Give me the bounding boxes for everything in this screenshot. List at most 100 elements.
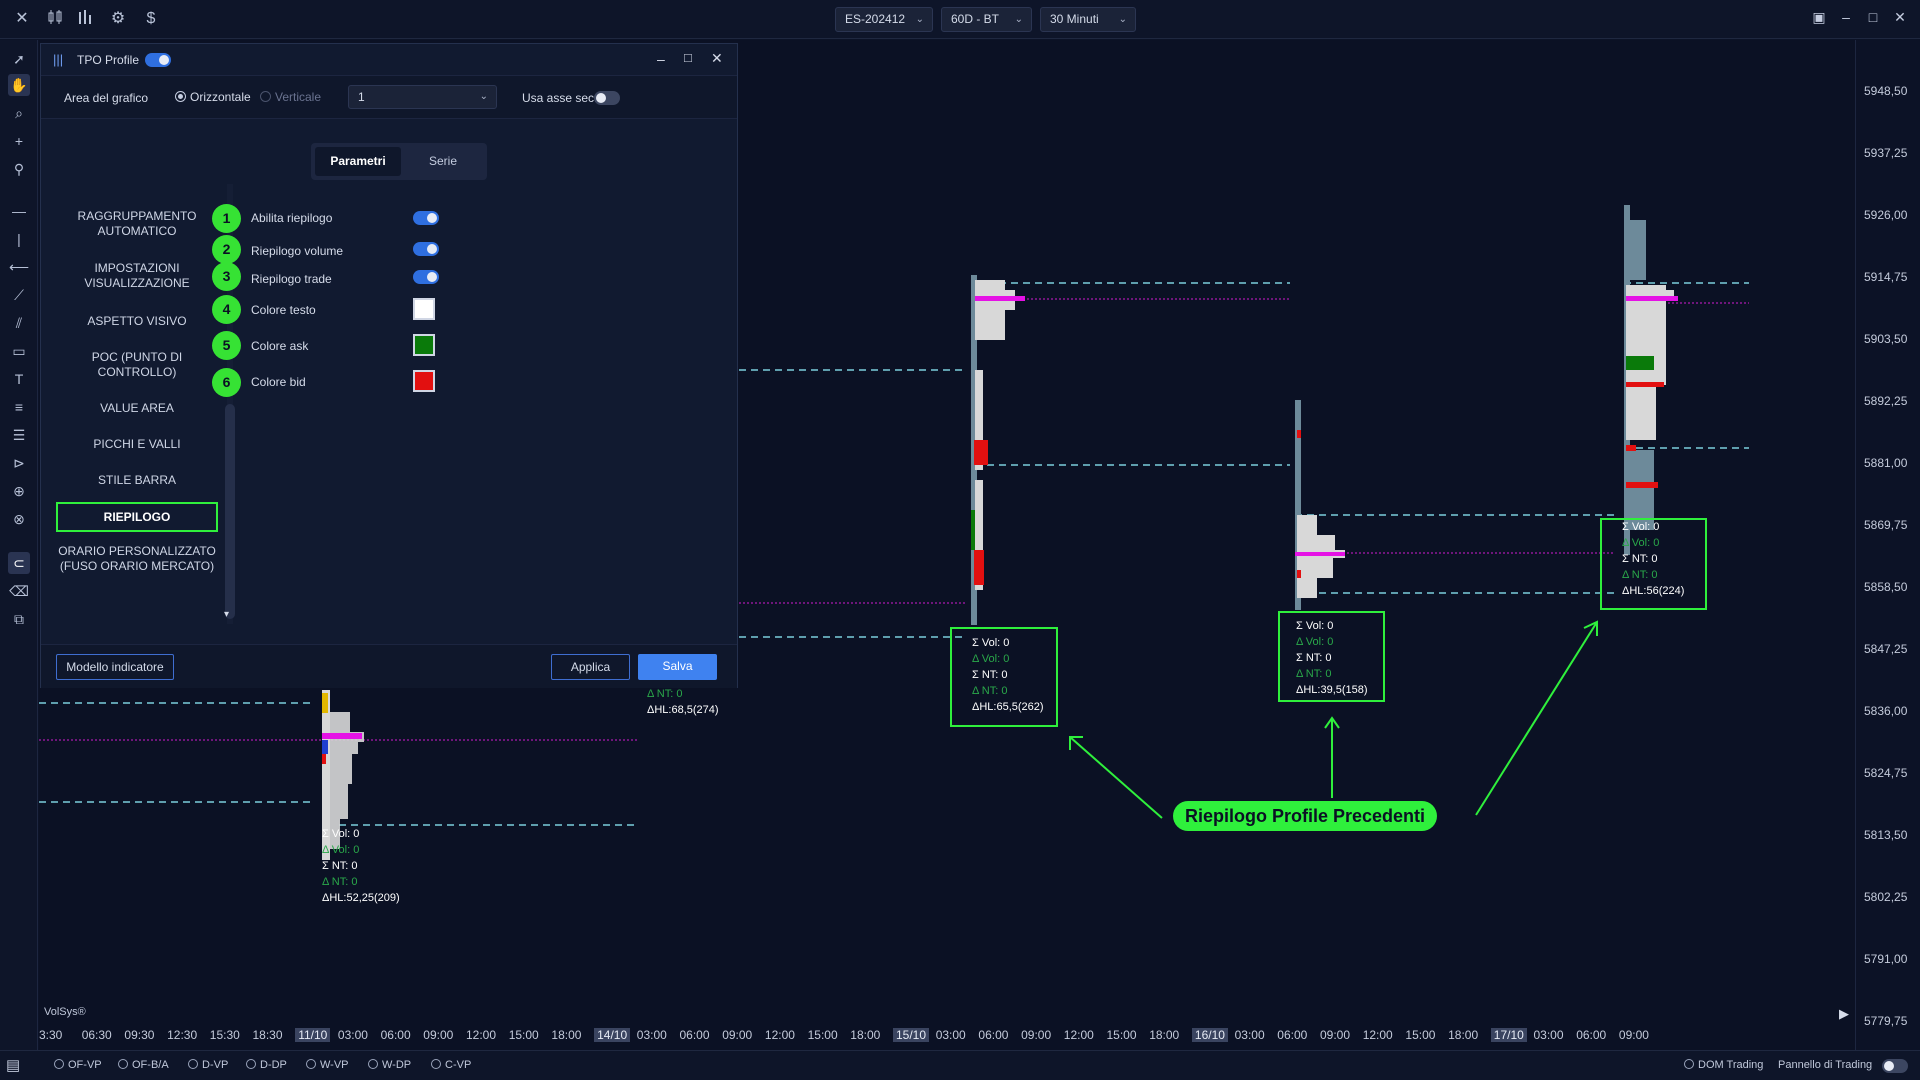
- list-icon[interactable]: ☰: [8, 424, 30, 446]
- hand-icon[interactable]: ✋: [8, 74, 30, 96]
- fibonacci-icon[interactable]: ≡: [8, 396, 30, 418]
- riepilogo-trade-toggle[interactable]: [413, 270, 439, 284]
- tab-bar: Parametri Serie: [311, 143, 487, 180]
- radio-of-ba[interactable]: OF-B/A: [118, 1059, 169, 1071]
- step-badge-2: 2: [212, 235, 241, 264]
- vertical-line-icon[interactable]: |: [8, 228, 30, 250]
- colore-ask-swatch[interactable]: [413, 334, 435, 356]
- close-icon[interactable]: ✕: [11, 8, 33, 30]
- time-tick: 09:00: [722, 1028, 753, 1042]
- period-select[interactable]: 60D - BT ⌄: [941, 7, 1032, 32]
- radio-of-vp[interactable]: OF-VP: [54, 1059, 102, 1071]
- menu-impostazioni[interactable]: IMPOSTAZIONI VISUALIZZAZIONE: [57, 261, 217, 291]
- radio-d-dp[interactable]: D-DP: [246, 1059, 287, 1071]
- summary-delta-nt: Δ NT: 0: [1296, 668, 1332, 680]
- magnet-lock-icon[interactable]: ⊂: [8, 552, 30, 574]
- radio-c-vp[interactable]: C-VP: [431, 1059, 471, 1071]
- price-axis[interactable]: 5948,50 5937,25 5926,00 5914,75 5903,50 …: [1855, 40, 1920, 1050]
- secondary-axis-toggle[interactable]: [594, 91, 620, 105]
- timeframe-select[interactable]: 30 Minuti ⌄: [1040, 7, 1136, 32]
- time-tick: 12:30: [167, 1028, 198, 1042]
- riepilogo-volume-toggle[interactable]: [413, 242, 439, 256]
- minimize-icon[interactable]: –: [657, 51, 665, 67]
- area-select[interactable]: 1 ⌄: [348, 85, 497, 109]
- candlestick-icon[interactable]: [44, 8, 66, 30]
- menu-picchi[interactable]: PICCHI E VALLI: [57, 437, 217, 452]
- radio-d-vp[interactable]: D-VP: [188, 1059, 228, 1071]
- text-icon[interactable]: T: [8, 368, 30, 390]
- pointer-icon[interactable]: ➚: [8, 48, 30, 70]
- menu-aspetto[interactable]: ASPETTO VISIVO: [57, 314, 217, 329]
- minimize-icon[interactable]: –: [1835, 9, 1857, 25]
- rectangle-icon[interactable]: ▭: [8, 340, 30, 362]
- summary-hl: ΔHL:65,5(262): [972, 701, 1044, 713]
- scroll-right-icon[interactable]: ▶: [1839, 1006, 1849, 1022]
- close-icon[interactable]: ✕: [711, 50, 723, 67]
- bottom-bar: ▤ OF-VP OF-B/A D-VP D-DP W-VP W-DP C-VP …: [0, 1050, 1920, 1080]
- horizontal-line-icon[interactable]: —: [8, 200, 30, 222]
- summary-delta-nt: Δ NT: 0: [647, 688, 683, 700]
- period-value: 60D - BT: [951, 12, 1000, 26]
- magnet-icon[interactable]: ⚲: [8, 158, 30, 180]
- layers-icon[interactable]: ⧉: [8, 608, 30, 630]
- menu-riepilogo[interactable]: RIEPILOGO: [56, 502, 218, 532]
- order-icon[interactable]: ⊳: [8, 452, 30, 474]
- crosshair-icon[interactable]: +: [8, 130, 30, 152]
- alert-icon[interactable]: ⊗: [8, 508, 30, 530]
- colore-bid-swatch[interactable]: [413, 370, 435, 392]
- indicator-enable-toggle[interactable]: [145, 53, 171, 67]
- abilita-riepilogo-toggle[interactable]: [413, 211, 439, 225]
- maximize-icon[interactable]: □: [1862, 9, 1884, 25]
- layout-icon[interactable]: ▣: [1808, 9, 1830, 26]
- eraser-icon[interactable]: ⌫: [8, 580, 30, 602]
- time-tick: 03:00: [1234, 1028, 1265, 1042]
- summary-delta-vol: Δ Vol: 0: [322, 844, 360, 856]
- tab-serie[interactable]: Serie: [401, 147, 485, 176]
- price-tick: 5914,75: [1864, 270, 1908, 284]
- radio-w-vp[interactable]: W-VP: [306, 1059, 349, 1071]
- radio-label: OF-VP: [68, 1059, 102, 1071]
- gear-icon[interactable]: ⚙: [107, 8, 129, 30]
- step-badge-5: 5: [212, 331, 241, 360]
- time-axis[interactable]: 3:30 06:30 09:30 12:30 15:30 18:30 11/10 03:00 0…: [39, 1022, 1855, 1048]
- dom-trading-radio[interactable]: DOM Trading: [1684, 1059, 1763, 1071]
- summary-vol: Σ Vol: 0: [972, 637, 1010, 649]
- summary-nt: Σ NT: 0: [322, 860, 358, 872]
- radio-horizontal[interactable]: Orizzontale: [175, 90, 251, 104]
- cost-icon[interactable]: ⊕: [8, 480, 30, 502]
- scroll-thumb[interactable]: [225, 404, 235, 619]
- radio-label: W-DP: [382, 1059, 412, 1071]
- bar-chart-icon[interactable]: [75, 8, 97, 30]
- time-tick: 09:00: [423, 1028, 454, 1042]
- summary-hl: ΔHL:68,5(274): [647, 704, 719, 716]
- window-close-icon[interactable]: ✕: [1889, 9, 1911, 26]
- ray-icon[interactable]: ⟵: [8, 256, 30, 278]
- radio-w-dp[interactable]: W-DP: [368, 1059, 411, 1071]
- tab-parametri[interactable]: Parametri: [315, 147, 401, 176]
- time-tick: 12:00: [466, 1028, 497, 1042]
- panel-trading-toggle[interactable]: [1882, 1059, 1908, 1073]
- menu-stile-barra[interactable]: STILE BARRA: [57, 473, 217, 488]
- dialog-header: ||| TPO Profile – □ ✕: [41, 44, 737, 76]
- time-tick: 12:00: [764, 1028, 795, 1042]
- scroll-down-icon[interactable]: ▾: [224, 609, 229, 620]
- channel-icon[interactable]: ⫽: [8, 312, 30, 334]
- template-button[interactable]: Modello indicatore: [56, 654, 174, 680]
- radio-vertical[interactable]: Verticale: [260, 90, 321, 104]
- menu-poc[interactable]: POC (PUNTO DI CONTROLLO): [57, 350, 217, 380]
- radio-label: D-DP: [260, 1059, 287, 1071]
- menu-raggruppamento[interactable]: RAGGRUPPAMENTO AUTOMATICO: [57, 209, 217, 239]
- save-button[interactable]: Salva: [638, 654, 717, 680]
- trendline-icon[interactable]: ⟋: [8, 284, 30, 306]
- radio-label: D-VP: [202, 1059, 229, 1071]
- colore-testo-swatch[interactable]: [413, 298, 435, 320]
- radio-label: C-VP: [445, 1059, 472, 1071]
- apply-button[interactable]: Applica: [551, 654, 630, 680]
- panel-icon[interactable]: ▤: [6, 1056, 20, 1074]
- menu-value-area[interactable]: VALUE AREA: [57, 401, 217, 416]
- zoom-icon[interactable]: ⌕: [8, 102, 30, 124]
- maximize-icon[interactable]: □: [684, 50, 692, 65]
- symbol-select[interactable]: ES-202412 ⌄: [835, 7, 933, 32]
- menu-orario[interactable]: ORARIO PERSONALIZZATO (FUSO ORARIO MERCA…: [57, 544, 217, 574]
- dollar-icon[interactable]: $: [140, 8, 162, 30]
